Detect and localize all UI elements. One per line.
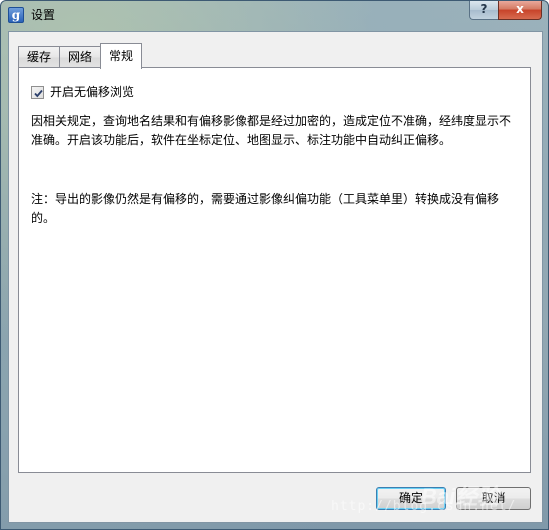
tab-general[interactable]: 常规 bbox=[100, 43, 143, 69]
close-button[interactable]: x bbox=[498, 1, 542, 20]
no-offset-browse-option[interactable]: 开启无偏移浏览 bbox=[31, 85, 134, 99]
app-g-icon: g bbox=[8, 7, 24, 23]
no-offset-browse-label[interactable]: 开启无偏移浏览 bbox=[50, 85, 134, 99]
tab-strip: 缓存 网络 常规 bbox=[18, 43, 143, 69]
window-title: 设置 bbox=[31, 8, 56, 22]
general-tab-panel: 开启无偏移浏览 因相关规定，查询地名结果和有偏移影像都是经过加密的，造成定位不准… bbox=[18, 67, 531, 473]
settings-window: g 设置 ? x 缓存 网络 常规 开启无偏移浏览 因相关规定，查询地名结果和有… bbox=[0, 0, 549, 530]
caption-buttons: ? x bbox=[469, 1, 542, 21]
description-paragraph: 因相关规定，查询地名结果和有偏移影像都是经过加密的，造成定位不准确，经纬度显示不… bbox=[31, 114, 512, 147]
help-button[interactable]: ? bbox=[469, 1, 498, 20]
cancel-button[interactable]: 取消 bbox=[456, 487, 531, 510]
note-paragraph: 注：导出的影像仍然是有偏移的，需要通过影像纠偏功能（工具菜单里）转换成没有偏移的… bbox=[31, 192, 500, 225]
tab-cache[interactable]: 缓存 bbox=[18, 46, 61, 68]
tab-network[interactable]: 网络 bbox=[59, 46, 102, 68]
ok-button[interactable]: 确定 bbox=[376, 487, 446, 510]
title-bar[interactable]: g 设置 ? x bbox=[1, 1, 548, 31]
dialog-body: 缓存 网络 常规 开启无偏移浏览 因相关规定，查询地名结果和有偏移影像都是经过加… bbox=[8, 31, 543, 523]
checkmark-icon bbox=[34, 89, 43, 97]
no-offset-browse-checkbox[interactable] bbox=[31, 85, 44, 99]
